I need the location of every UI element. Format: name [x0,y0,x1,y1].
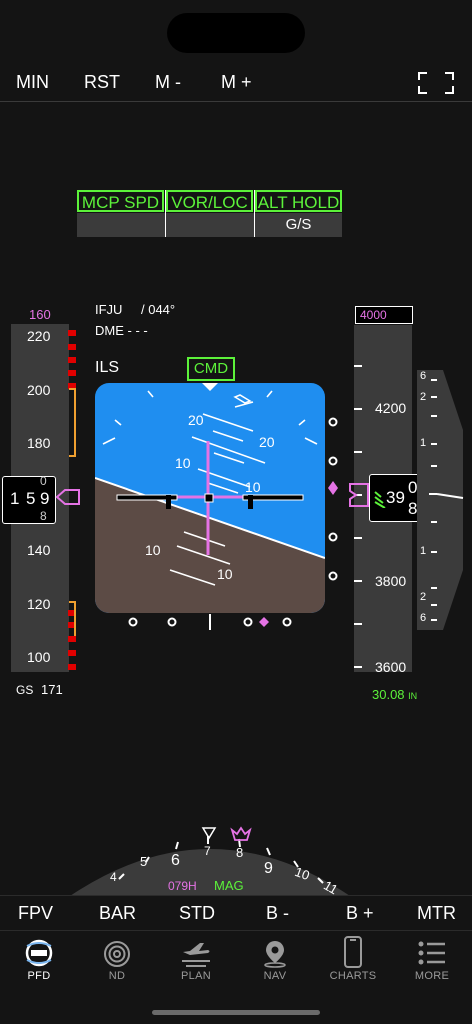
tab-plan[interactable]: PLAN [166,936,226,982]
speed-label-140: 140 [27,542,51,558]
altitude-label-3600: 3600 [375,659,407,675]
fma-speed-mode: MCP SPD [77,190,164,212]
top-divider [0,101,472,102]
pitch-label-minus10-right: 10 [217,566,233,582]
fma-pitch-armed: G/S [285,216,312,233]
selected-altitude-box: 4000 [355,306,413,324]
speed-label-100: 100 [27,649,51,665]
groundspeed-value: 171 [41,682,63,697]
bottom-divider-top [0,895,472,896]
pitch-label-10-left: 10 [175,455,191,471]
b-minus-button[interactable]: B - [266,903,289,924]
speed-label-220: 220 [27,328,51,344]
vsi-label-1-down: 1 [420,545,427,557]
min-button[interactable]: MIN [16,72,49,93]
compass-label-9: 9 [264,860,273,877]
nav-ident: IFJU [95,302,123,317]
speed-label-200: 200 [27,382,51,398]
m-plus-button[interactable]: M + [221,72,252,93]
pitch-label-minus10-left: 10 [145,542,161,558]
vertical-speed-indicator: 6 2 1 1 2 6 [417,370,465,630]
vsi-label-1-up: 1 [420,437,427,449]
pitch-label-10-right: 10 [245,479,261,495]
list-icon [418,941,445,965]
glideslope-scale [328,417,338,581]
compass-label-5: 5 [140,854,148,869]
tab-nav[interactable]: NAV [245,936,305,982]
location-pin-icon [264,941,286,968]
compass-label-7: 7 [204,844,211,858]
nd-icon [104,941,130,967]
selected-speed: 160 [29,307,51,322]
dynamic-island [167,13,305,53]
tab-more[interactable]: MORE [402,936,462,982]
tab-charts[interactable]: CHARTS [323,936,383,982]
pitch-label-20-left: 20 [188,412,204,428]
fma-pitch-mode: ALT HOLD [255,190,342,212]
compass-label-4: 4 [110,870,117,884]
current-speed-readout: 1 5 0 9 8 [2,474,56,524]
plane-icon [182,943,210,967]
nav-dme: DME - - - [95,323,148,338]
altitude-label-4200: 4200 [375,400,407,416]
autopilot-status: CMD [187,357,235,381]
bar-button[interactable]: BAR [99,903,136,924]
expand-icon[interactable] [418,72,454,94]
vsi-label-2-down: 2 [420,591,427,603]
speed-label-180: 180 [27,435,51,451]
groundspeed-label: GS [16,683,34,697]
compass-label-6: 6 [171,852,180,869]
mtr-button[interactable]: MTR [417,903,456,924]
heading-compass: 4 5 6 7 8 9 10 11 079H MAG [60,822,360,896]
attitude-indicator: 20 20 10 10 10 10 [95,383,325,613]
b-plus-button[interactable]: B + [346,903,374,924]
tab-bar-divider [0,930,472,931]
fpv-button[interactable]: FPV [18,903,53,924]
fma-roll-mode: VOR/LOC [166,190,253,212]
vsi-label-6-up: 6 [420,370,427,382]
compass-label-8: 8 [236,845,244,860]
selected-heading: 079H [168,879,197,893]
nav-course: / 044° [141,302,176,317]
std-button[interactable]: STD [179,903,215,924]
vsi-label-6-down: 6 [420,612,427,624]
m-minus-button[interactable]: M - [155,72,181,93]
vsi-label-2-up: 2 [420,391,427,403]
rst-button[interactable]: RST [84,72,120,93]
speed-bug [55,489,80,505]
home-indicator[interactable] [152,1010,320,1015]
tab-nd[interactable]: ND [87,936,147,982]
speed-label-120: 120 [27,596,51,612]
localizer-scale [128,614,292,630]
altitude-label-3800: 3800 [375,573,407,589]
heading-reference: MAG [214,878,244,893]
approach-type: ILS [95,359,120,376]
pitch-label-20-right: 20 [259,434,275,450]
baro-setting: 30.08 IN [372,687,418,702]
phone-chart-icon [344,936,362,968]
flight-mode-annunciator: MCP SPD VOR/LOC ALT HOLD G/S [77,190,342,237]
pfd-icon [25,939,53,967]
tab-pfd[interactable]: PFD [9,936,69,982]
